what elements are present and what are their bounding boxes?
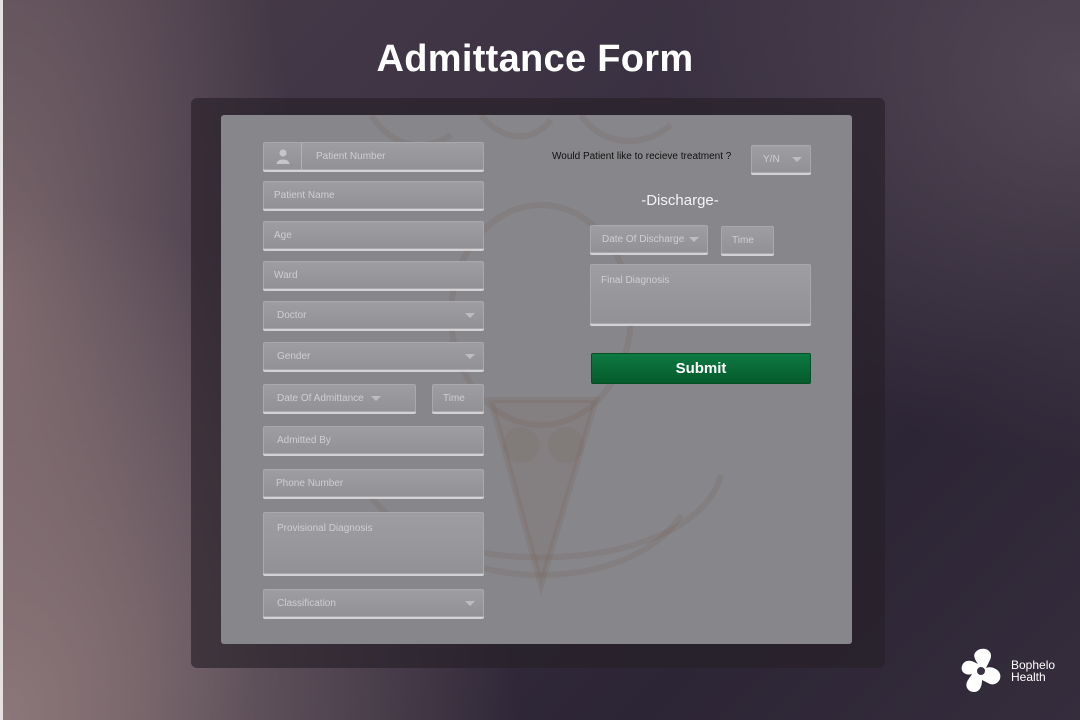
chevron-down-icon xyxy=(465,601,475,606)
admittance-time-input[interactable]: Time xyxy=(432,384,484,412)
final-diagnosis-textarea[interactable]: Final Diagnosis xyxy=(590,264,811,324)
chevron-down-icon xyxy=(689,237,699,242)
patient-name-input[interactable]: Patient Name xyxy=(263,181,484,209)
chevron-down-icon xyxy=(371,396,381,401)
treatment-question-label: Would Patient like to recieve treatment … xyxy=(552,151,732,162)
date-of-admittance-placeholder: Date Of Admittance xyxy=(277,392,364,404)
treatment-yn-value: Y/N xyxy=(763,153,780,165)
brand-name-line2: Health xyxy=(1011,670,1046,684)
discharge-time-placeholder: Time xyxy=(732,234,754,246)
doctor-select[interactable]: Doctor xyxy=(263,301,484,329)
gender-select[interactable]: Gender xyxy=(263,342,484,370)
age-placeholder: Age xyxy=(274,229,292,241)
patient-number-input[interactable]: Patient Number xyxy=(263,142,484,170)
date-of-discharge-placeholder: Date Of Discharge xyxy=(602,233,685,245)
admitted-by-input[interactable]: Admitted By xyxy=(263,426,484,454)
ward-input[interactable]: Ward xyxy=(263,261,484,289)
phone-number-input[interactable]: Phone Number xyxy=(263,469,484,497)
age-input[interactable]: Age xyxy=(263,221,484,249)
page-title: Admittance Form xyxy=(376,38,694,80)
left-edge-strip xyxy=(0,0,3,720)
submit-button[interactable]: Submit xyxy=(591,353,811,384)
discharge-time-input[interactable]: Time xyxy=(721,226,774,254)
classification-placeholder: Classification xyxy=(277,597,336,609)
patient-name-placeholder: Patient Name xyxy=(274,189,335,201)
final-diagnosis-placeholder: Final Diagnosis xyxy=(601,275,670,286)
brand-text: Bophelo Health xyxy=(1011,659,1055,683)
provisional-diagnosis-placeholder: Provisional Diagnosis xyxy=(277,523,373,534)
gender-placeholder: Gender xyxy=(277,350,311,362)
chevron-down-icon xyxy=(792,157,802,162)
user-icon xyxy=(264,143,302,169)
chevron-down-icon xyxy=(465,313,475,318)
provisional-diagnosis-textarea[interactable]: Provisional Diagnosis xyxy=(263,512,484,574)
date-of-discharge-select[interactable]: Date Of Discharge xyxy=(590,225,708,253)
patient-number-placeholder: Patient Number xyxy=(316,150,386,162)
treatment-yn-select[interactable]: Y/N xyxy=(751,145,811,173)
classification-select[interactable]: Classification xyxy=(263,589,484,617)
phone-number-placeholder: Phone Number xyxy=(276,477,344,489)
admittance-time-placeholder: Time xyxy=(443,392,465,404)
admitted-by-placeholder: Admitted By xyxy=(277,434,331,446)
chevron-down-icon xyxy=(465,354,475,359)
ward-placeholder: Ward xyxy=(274,269,298,281)
discharge-heading: -Discharge- xyxy=(641,192,719,209)
date-of-admittance-select[interactable]: Date Of Admittance xyxy=(263,384,416,412)
doctor-placeholder: Doctor xyxy=(277,309,307,321)
